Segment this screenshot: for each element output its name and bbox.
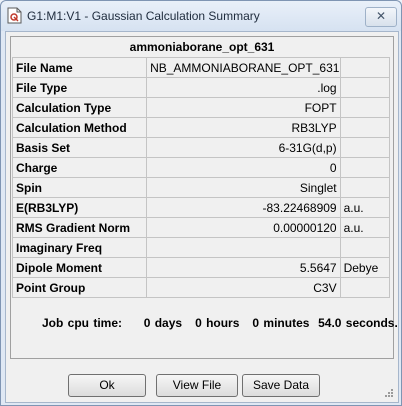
row-unit: [339, 137, 391, 158]
row-value: Singlet: [146, 177, 341, 198]
job-name-heading: ammoniaborane_opt_631: [129, 40, 275, 54]
view-file-button[interactable]: View File: [156, 374, 238, 397]
summary-row: RMS Gradient Norm 0.00000120 a.u.: [11, 217, 391, 238]
ok-button[interactable]: Ok: [68, 374, 146, 397]
row-label: Spin: [11, 177, 148, 198]
summary-row: File Name NB_AMMONIABORANE_OPT_631G: [11, 57, 391, 78]
row-label: E(RB3LYP): [11, 197, 148, 218]
row-value: 5.5647: [146, 257, 341, 278]
row-unit: [339, 117, 391, 138]
row-value: 0: [146, 157, 341, 178]
cpu-time-minutes: 0 minutes: [252, 316, 310, 330]
cpu-time-label: Job cpu time:: [42, 316, 123, 330]
row-value: NB_AMMONIABORANE_OPT_631G: [146, 57, 341, 78]
row-value: RB3LYP: [146, 117, 341, 138]
title-bar[interactable]: G1:M1:V1 - Gaussian Calculation Summary …: [1, 1, 401, 31]
row-value: C3V: [146, 277, 341, 298]
summary-window: G1:M1:V1 - Gaussian Calculation Summary …: [0, 0, 402, 406]
cpu-time-days: 0 days: [143, 316, 183, 330]
cpu-time-seconds: 54.0 seconds.: [318, 316, 398, 330]
row-unit: [339, 77, 391, 98]
close-icon: ✕: [375, 9, 387, 23]
row-unit: a.u.: [339, 217, 391, 238]
job-cpu-time: Job cpu time: 0 days 0 hours 0 minutes 5…: [42, 316, 398, 330]
row-value: -83.22468909: [146, 197, 341, 218]
row-label: File Name: [11, 57, 148, 78]
row-label: Point Group: [11, 277, 148, 298]
summary-row: Basis Set 6-31G(d,p): [11, 137, 391, 158]
summary-table: File Name NB_AMMONIABORANE_OPT_631G File T…: [11, 57, 391, 298]
row-label: Charge: [11, 157, 148, 178]
row-label: File Type: [11, 77, 148, 98]
dialog-body: ammoniaborane_opt_631 File Name NB_AMMONI…: [5, 31, 399, 403]
summary-row: Spin Singlet: [11, 177, 391, 198]
row-unit: [339, 57, 391, 78]
summary-panel: ammoniaborane_opt_631 File Name NB_AMMONI…: [10, 36, 398, 359]
row-value: 0.00000120: [146, 217, 341, 238]
summary-row: Calculation Method RB3LYP: [11, 117, 391, 138]
summary-row: Imaginary Freq: [11, 237, 391, 258]
row-unit: [339, 97, 391, 118]
gaussview-document-icon: [7, 7, 22, 24]
summary-row: File Type .log: [11, 77, 391, 98]
summary-row: E(RB3LYP) -83.22468909 a.u.: [11, 197, 391, 218]
cpu-time-hours: 0 hours: [195, 316, 240, 330]
resize-grip-icon[interactable]: [384, 388, 394, 398]
summary-row: Charge 0: [11, 157, 391, 178]
summary-row: Point Group C3V: [11, 277, 391, 298]
row-label: Imaginary Freq: [11, 237, 148, 258]
summary-row: Dipole Moment 5.5647 Debye: [11, 257, 391, 278]
summary-row: Calculation Type FOPT: [11, 97, 391, 118]
row-label: Dipole Moment: [11, 257, 148, 278]
window-title: G1:M1:V1 - Gaussian Calculation Summary: [27, 9, 260, 23]
row-unit: Debye: [339, 257, 391, 278]
row-value: 6-31G(d,p): [146, 137, 341, 158]
row-unit: [339, 237, 391, 258]
row-label: Calculation Method: [11, 117, 148, 138]
row-unit: [339, 177, 391, 198]
row-value: FOPT: [146, 97, 341, 118]
row-label: Calculation Type: [11, 97, 148, 118]
row-unit: a.u.: [339, 197, 391, 218]
close-button[interactable]: ✕: [365, 7, 397, 27]
save-data-button[interactable]: Save Data: [242, 374, 320, 397]
row-unit: [339, 277, 391, 298]
row-unit: [339, 157, 391, 178]
row-label: RMS Gradient Norm: [11, 217, 148, 238]
row-value: .log: [146, 77, 341, 98]
row-label: Basis Set: [11, 137, 148, 158]
row-value: [146, 237, 341, 258]
